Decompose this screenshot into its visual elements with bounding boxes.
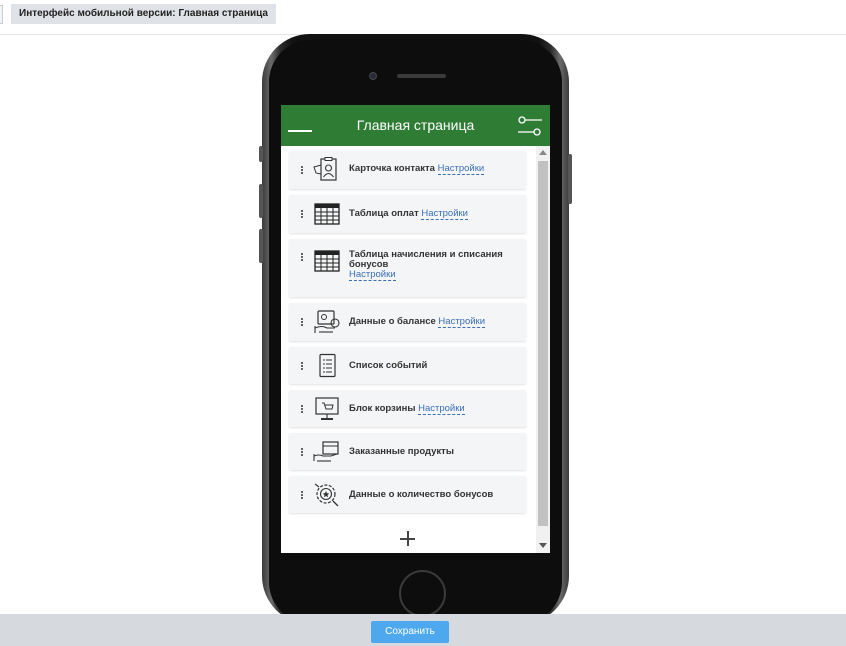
widget-label: Список событий <box>349 360 428 371</box>
event-list-icon <box>319 353 336 378</box>
speaker-grille <box>397 74 446 78</box>
settings-link[interactable]: Настройки <box>349 269 396 281</box>
phone-volume-up <box>259 184 263 218</box>
drag-handle-icon[interactable] <box>300 253 304 262</box>
drag-handle-icon[interactable] <box>300 448 304 457</box>
bonus-badge-icon <box>314 483 339 507</box>
widget-label: Блок корзины <box>349 403 416 414</box>
scroll-down-arrow-icon[interactable] <box>539 543 547 548</box>
list-item[interactable]: Таблица начисления и списания бонусов Нас… <box>289 239 526 297</box>
app-title: Главная страница <box>356 117 475 133</box>
list-item[interactable]: Блок корзины Настройки <box>289 390 526 427</box>
add-widget-button[interactable] <box>400 531 416 547</box>
drag-handle-icon[interactable] <box>300 362 304 371</box>
filter-sliders-icon[interactable] <box>517 113 543 139</box>
list-item[interactable]: Заказанные продукты <box>289 433 526 470</box>
top-bar: Интерфейс мобильной версии: Главная стра… <box>0 0 846 35</box>
app-header: Главная страница <box>281 105 550 146</box>
phone-power-button <box>568 154 572 204</box>
settings-link[interactable]: Настройки <box>421 208 468 220</box>
phone-screen: Главная страница Карточка контакта Настр… <box>281 105 550 553</box>
list-item[interactable]: Таблица оплат Настройки <box>289 195 526 233</box>
ordered-box-icon <box>313 441 339 462</box>
contact-card-icon <box>313 157 337 181</box>
list-item[interactable]: Карточка контакта Настройки <box>289 151 526 189</box>
table-icon <box>314 203 340 225</box>
phone-volume-down <box>259 229 263 263</box>
settings-link[interactable]: Настройки <box>438 316 486 328</box>
bottom-bar: Сохранить <box>0 614 846 646</box>
collapsed-tab[interactable] <box>0 5 3 24</box>
table-icon <box>314 250 340 272</box>
widget-label: Данные о количество бонусов <box>349 489 494 500</box>
camera-icon <box>369 72 377 80</box>
page-title-tab[interactable]: Интерфейс мобильной версии: Главная стра… <box>11 4 276 24</box>
home-button <box>399 570 446 617</box>
scrollbar[interactable] <box>536 146 550 553</box>
widget-label: Таблица начисления и списания бонусов <box>349 249 503 270</box>
scrollbar-thumb[interactable] <box>538 161 548 526</box>
settings-link[interactable]: Настройки <box>437 163 485 175</box>
widget-label: Карточка контакта <box>349 163 435 174</box>
list-item[interactable]: Данные о балансе Настройки <box>289 303 526 341</box>
balance-icon <box>314 310 340 333</box>
drag-handle-icon[interactable] <box>300 405 304 414</box>
drag-handle-icon[interactable] <box>300 318 304 327</box>
widget-label: Заказанные продукты <box>349 446 454 457</box>
settings-link[interactable]: Настройки <box>418 403 465 415</box>
list-item[interactable]: Список событий <box>289 347 526 384</box>
widget-label: Таблица оплат <box>349 208 419 219</box>
list-item[interactable]: Данные о количество бонусов <box>289 476 526 513</box>
cart-monitor-icon <box>315 397 339 420</box>
scroll-up-arrow-icon[interactable] <box>539 150 547 155</box>
phone-mute-switch <box>259 146 263 162</box>
widget-label: Данные о балансе <box>349 316 436 327</box>
drag-handle-icon[interactable] <box>300 491 304 500</box>
widget-list: Карточка контакта Настройки Таблица опла… <box>289 151 526 519</box>
save-button[interactable]: Сохранить <box>371 621 449 643</box>
drag-handle-icon[interactable] <box>300 210 304 219</box>
drag-handle-icon[interactable] <box>300 166 304 175</box>
